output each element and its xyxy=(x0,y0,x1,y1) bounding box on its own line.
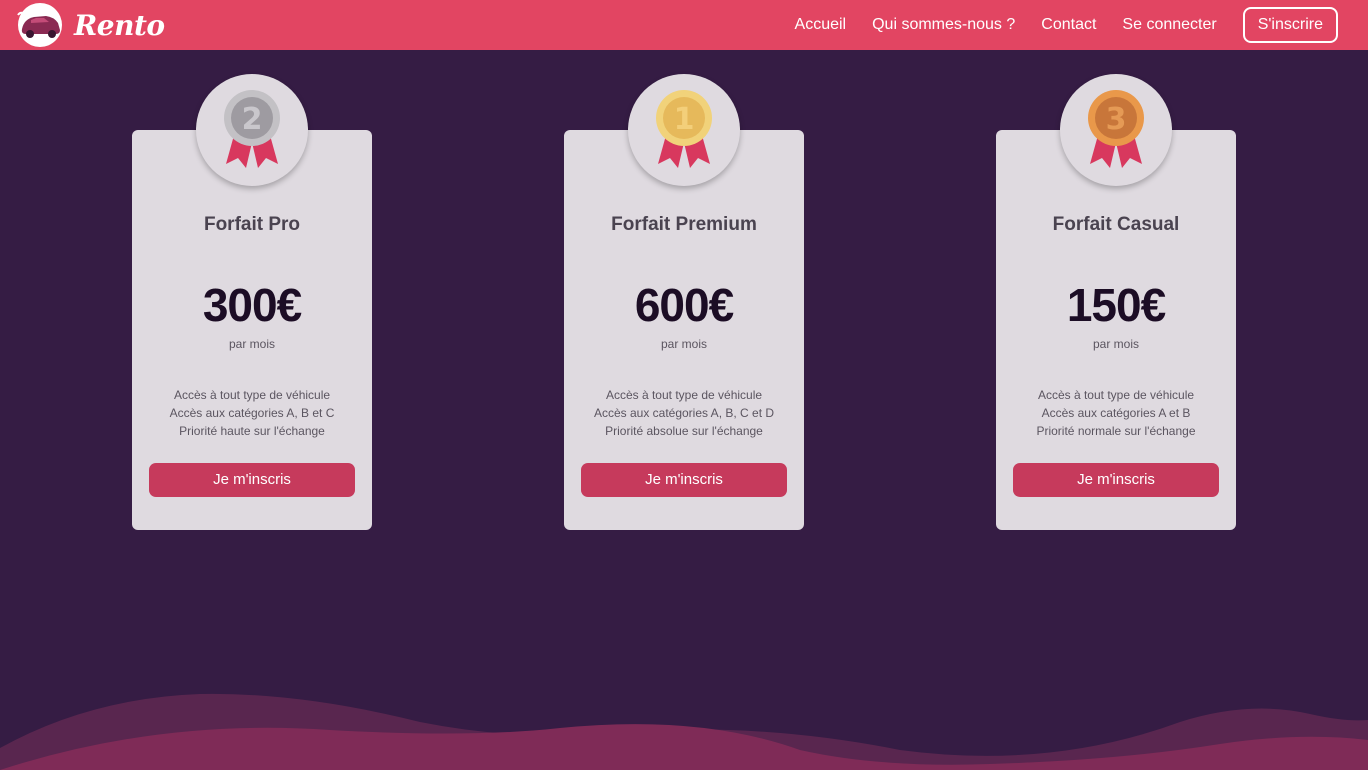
subscribe-button-casual[interactable]: Je m'inscris xyxy=(1013,463,1219,497)
plan-price: 150€ xyxy=(1066,279,1166,331)
plan-price: 600€ xyxy=(634,279,734,331)
plan-feature: Accès aux catégories A, B et C xyxy=(169,406,335,420)
plan-feature: Accès à tout type de véhicule xyxy=(605,388,763,402)
plan-features: Accès à tout type de véhicule Accès aux … xyxy=(564,386,804,440)
bronze-medal-icon: 3 xyxy=(1088,90,1144,168)
subscribe-button-premium[interactable]: Je m'inscris xyxy=(581,463,787,497)
plan-feature: Accès à tout type de véhicule xyxy=(173,388,331,402)
plan-feature: Accès aux catégories A, B, C et D xyxy=(593,406,775,420)
medal-rank: 1 xyxy=(674,102,695,137)
plan-feature: Priorité normale sur l'échange xyxy=(1036,424,1196,438)
plan-feature: Accès aux catégories A et B xyxy=(1041,406,1191,420)
plan-card-casual: 3 Forfait Casual 150€ par mois Accès à t… xyxy=(996,74,1236,530)
medal-rank: 3 xyxy=(1106,102,1127,137)
plan-card-pro: 2 Forfait Pro 300€ par mois Accès à tout… xyxy=(132,74,372,530)
plan-feature: Accès à tout type de véhicule xyxy=(1037,388,1195,402)
subscribe-button-pro[interactable]: Je m'inscris xyxy=(149,463,355,497)
medal-badge: 1 xyxy=(628,74,740,186)
plan-feature: Priorité haute sur l'échange xyxy=(179,424,325,438)
pricing-section: 2 Forfait Pro 300€ par mois Accès à tout… xyxy=(0,0,1368,770)
plan-period: par mois xyxy=(228,337,275,351)
plan-features: Accès à tout type de véhicule Accès aux … xyxy=(996,386,1236,440)
plan-features: Accès à tout type de véhicule Accès aux … xyxy=(132,386,372,440)
plan-title: Forfait Premium xyxy=(611,214,757,235)
plan-period: par mois xyxy=(1092,337,1139,351)
plan-feature: Priorité absolue sur l'échange xyxy=(605,424,763,438)
silver-medal-icon: 2 xyxy=(224,90,280,168)
medal-badge: 2 xyxy=(196,74,308,186)
decorative-waves xyxy=(0,693,1368,770)
medal-badge: 3 xyxy=(1060,74,1172,186)
plan-period: par mois xyxy=(660,337,707,351)
plan-price: 300€ xyxy=(202,279,302,331)
plan-card-premium: 1 Forfait Premium 600€ par mois Accès à … xyxy=(564,74,804,530)
plan-title: Forfait Casual xyxy=(1052,214,1180,235)
gold-medal-icon: 1 xyxy=(656,90,712,168)
plan-title: Forfait Pro xyxy=(203,214,301,235)
medal-rank: 2 xyxy=(242,102,263,137)
